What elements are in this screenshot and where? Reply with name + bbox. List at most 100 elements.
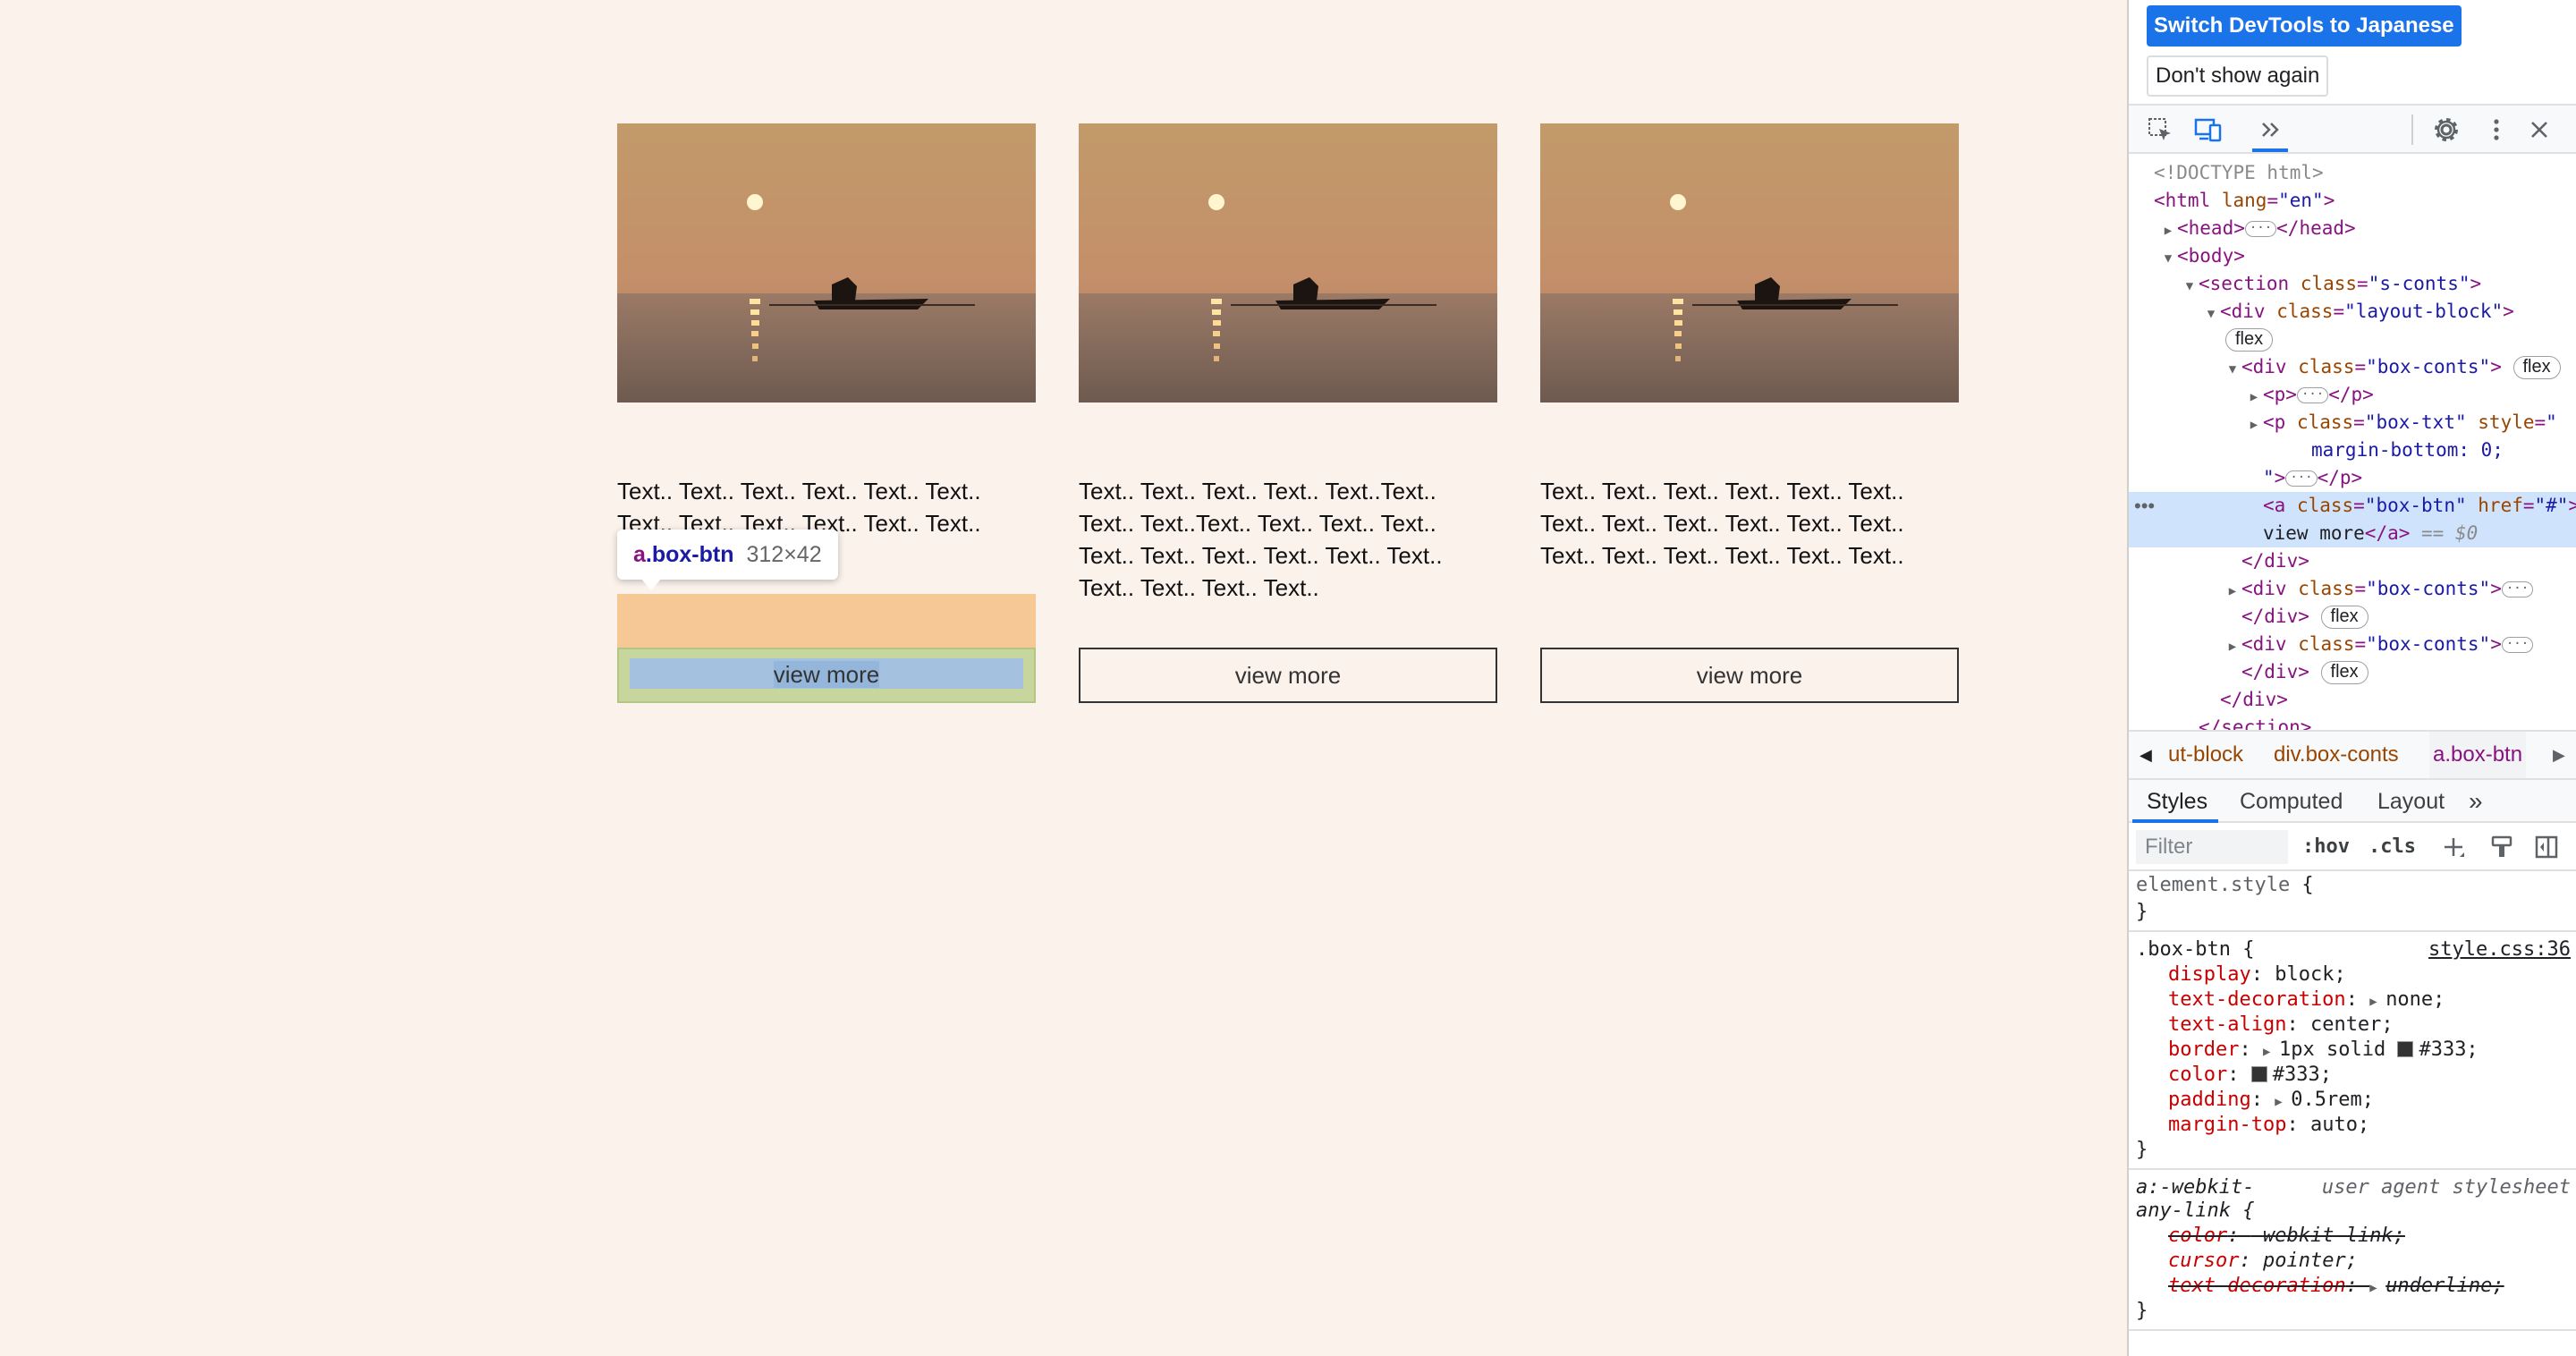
sunset-boat-image xyxy=(1079,123,1497,403)
tooltip-arrow xyxy=(640,578,662,590)
css-property[interactable]: cursor: pointer; xyxy=(2129,1249,2576,1274)
expand-triangle-icon[interactable]: ▶ xyxy=(2369,989,2385,1014)
more-tabs-icon[interactable]: » xyxy=(2469,780,2483,823)
rule-selector: .box-btn { style.css:36 xyxy=(2136,937,2571,962)
settings-gear-icon[interactable] xyxy=(2429,113,2463,147)
flex-badge[interactable]: flex xyxy=(2225,328,2274,352)
view-more-button[interactable]: view more xyxy=(1079,648,1497,703)
dom-node-box-conts-2-close[interactable]: </div> flex xyxy=(2129,603,2576,631)
ellipsis-icon[interactable]: ··· xyxy=(2285,470,2318,487)
node-actions-icon[interactable]: ••• xyxy=(2134,492,2155,520)
element-style-selector: element.style { xyxy=(2136,874,2314,896)
css-property-overridden[interactable]: color: -webkit-link; xyxy=(2129,1224,2576,1249)
dom-node-section-close[interactable]: </section> xyxy=(2129,714,2576,730)
dom-node-layout-block[interactable]: ▼ <div class="layout-block"> xyxy=(2129,298,2576,326)
rule-close-brace: } xyxy=(2136,901,2148,923)
paint-brush-icon[interactable] xyxy=(2485,830,2519,864)
dom-node-p[interactable]: ▶ <p> ··· </p> xyxy=(2129,381,2576,409)
dom-node-box-conts-3[interactable]: ▶ <div class="box-conts"> ··· xyxy=(2129,631,2576,658)
expand-triangle-icon[interactable]: ▶ xyxy=(2245,384,2263,411)
breadcrumb: ◀ ut-block div.box-conts a.box-btn ▶ xyxy=(2129,730,2576,778)
scroll-left-icon[interactable]: ◀ xyxy=(2140,732,2152,778)
css-property[interactable]: margin-top: auto; xyxy=(2129,1113,2576,1138)
scroll-right-icon[interactable]: ▶ xyxy=(2553,732,2565,778)
collapse-triangle-icon[interactable]: ▼ xyxy=(2224,356,2241,384)
tab-computed[interactable]: Computed xyxy=(2240,780,2343,823)
dom-node-body[interactable]: ▼ <body> xyxy=(2129,242,2576,270)
toggle-sidebar-icon[interactable] xyxy=(2529,830,2563,864)
inspect-icon[interactable] xyxy=(2143,113,2177,147)
close-icon[interactable] xyxy=(2522,113,2556,147)
expand-triangle-icon[interactable]: ▶ xyxy=(2369,1275,2385,1301)
dom-node-html[interactable]: <html lang="en"> xyxy=(2129,187,2576,215)
user-agent-stylesheet-label: user agent stylesheet xyxy=(2321,1176,2571,1199)
css-property[interactable]: text-decoration: ▶ none; xyxy=(2129,987,2576,1013)
dom-node-layout-close[interactable]: </div> xyxy=(2129,686,2576,714)
color-swatch[interactable] xyxy=(2250,1066,2267,1082)
dom-node-box-conts-3-close[interactable]: </div> flex xyxy=(2129,658,2576,686)
styles-tabs: Styles Computed Layout » xyxy=(2129,778,2576,823)
flex-badge[interactable]: flex xyxy=(2320,606,2368,629)
expand-triangle-icon[interactable]: ▶ xyxy=(2159,217,2177,245)
tooltip-class: .box-btn xyxy=(645,541,734,567)
rule-close-brace: } xyxy=(2136,1300,2148,1322)
view-more-button[interactable]: view more xyxy=(1540,648,1959,703)
collapse-triangle-icon[interactable]: ▼ xyxy=(2159,245,2177,273)
card-text: Text.. Text.. Text.. Text.. Text.. Text.… xyxy=(1540,478,1904,569)
filter-input[interactable] xyxy=(2136,830,2288,864)
dom-node-doctype[interactable]: <!DOCTYPE html> xyxy=(2129,159,2576,187)
color-swatch[interactable] xyxy=(2397,1041,2414,1057)
css-property[interactable]: display: block; xyxy=(2129,962,2576,987)
styles-rules: element.style { } .box-btn { style.css:3… xyxy=(2129,873,2576,1356)
expand-triangle-icon[interactable]: ▶ xyxy=(2263,1039,2279,1064)
card-text: Text.. Text.. Text.. Text.. Text..Text..… xyxy=(1079,478,1443,601)
flex-badge[interactable]: flex xyxy=(2320,661,2368,684)
dom-node-a-box-btn[interactable]: ••• <a class="box-btn" href="#"> view mo… xyxy=(2129,492,2576,547)
dom-node-box-conts-2[interactable]: ▶ <div class="box-conts"> ··· xyxy=(2129,575,2576,603)
kebab-menu-icon[interactable] xyxy=(2479,113,2513,147)
tab-layout[interactable]: Layout xyxy=(2377,780,2445,823)
expand-triangle-icon[interactable]: ▶ xyxy=(2275,1089,2291,1114)
view-more-button[interactable]: view more xyxy=(617,648,1036,703)
css-property-overridden[interactable]: text-decoration: ▶ underline; xyxy=(2129,1274,2576,1299)
dom-node-box-conts[interactable]: ▼ <div class="box-conts"> flex xyxy=(2129,353,2576,381)
stylesheet-link[interactable]: style.css:36 xyxy=(2428,937,2571,962)
expand-triangle-icon[interactable]: ▶ xyxy=(2224,578,2241,606)
new-rule-icon[interactable] xyxy=(2436,830,2470,864)
switch-language-button[interactable]: Switch DevTools to Japanese xyxy=(2147,5,2462,47)
css-property[interactable]: padding: ▶ 0.5rem; xyxy=(2129,1088,2576,1113)
collapse-triangle-icon[interactable]: ▼ xyxy=(2202,301,2220,328)
elements-dom-tree: <!DOCTYPE html> <html lang="en"> ▶ <head>… xyxy=(2129,156,2576,730)
ellipsis-icon[interactable]: ··· xyxy=(2244,221,2277,237)
flex-badge[interactable]: flex xyxy=(2512,356,2561,379)
css-property[interactable]: text-align: center; xyxy=(2129,1013,2576,1038)
ellipsis-icon[interactable]: ··· xyxy=(2296,387,2329,403)
dom-node-head[interactable]: ▶ <head> ··· </head> xyxy=(2129,215,2576,242)
toolbar-divider xyxy=(2411,114,2413,145)
dom-node-p-style: margin-bottom: 0; xyxy=(2311,439,2504,461)
tooltip-tag: a xyxy=(633,541,646,567)
breadcrumb-item[interactable]: div.box-conts xyxy=(2274,732,2399,778)
collapse-triangle-icon[interactable]: ▼ xyxy=(2181,273,2199,301)
active-tab-indicator xyxy=(2252,148,2288,152)
rule-selector: a:-webkit- user agent stylesheet xyxy=(2136,1176,2571,1199)
dom-node-section[interactable]: ▼ <section class="s-conts"> xyxy=(2129,270,2576,298)
tooltip-size: 312×42 xyxy=(746,541,822,567)
dont-show-again-button[interactable]: Don't show again xyxy=(2147,55,2329,97)
breadcrumb-item-active[interactable]: a.box-btn xyxy=(2429,732,2527,778)
expand-triangle-icon[interactable]: ▶ xyxy=(2245,411,2263,439)
css-property[interactable]: color: #333; xyxy=(2129,1063,2576,1088)
dom-node-p-box-txt[interactable]: ▶ <p class="box-txt" style=" xyxy=(2129,409,2576,436)
css-property[interactable]: border: ▶ 1px solid #333; xyxy=(2129,1038,2576,1063)
hov-toggle[interactable]: :hov xyxy=(2302,832,2350,862)
ellipsis-icon[interactable]: ··· xyxy=(2501,581,2534,597)
ellipsis-icon[interactable]: ··· xyxy=(2501,637,2534,653)
more-tabs-icon[interactable] xyxy=(2254,113,2288,147)
breadcrumb-item[interactable]: ut-block xyxy=(2168,732,2243,778)
expand-triangle-icon[interactable]: ▶ xyxy=(2224,633,2241,661)
tab-styles[interactable]: Styles xyxy=(2147,780,2207,823)
cls-toggle[interactable]: .cls xyxy=(2368,832,2416,862)
dom-node-div-close[interactable]: </div> xyxy=(2129,547,2576,575)
devtools-toolbar xyxy=(2129,104,2576,154)
device-toolbar-icon[interactable] xyxy=(2191,113,2225,147)
